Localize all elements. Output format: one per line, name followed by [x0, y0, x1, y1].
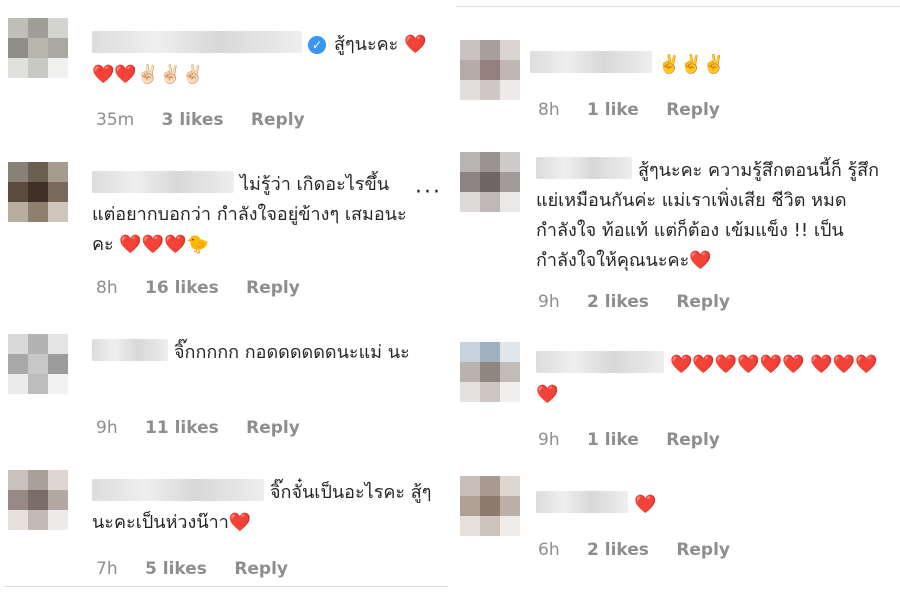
username-blurred[interactable] — [536, 351, 664, 373]
likes-count[interactable]: 2 likes — [587, 292, 649, 312]
comment-meta: 7h 5 likes Reply — [96, 559, 310, 579]
reply-button[interactable]: Reply — [666, 100, 720, 120]
comment-time: 8h — [96, 278, 118, 298]
reply-button[interactable]: Reply — [251, 110, 305, 130]
reply-button[interactable]: Reply — [676, 540, 730, 560]
avatar[interactable] — [460, 152, 520, 212]
avatar[interactable] — [8, 470, 68, 530]
comment-item: ❤️ 6h 2 likes Reply — [452, 470, 900, 590]
verified-badge-icon: ✓ — [308, 36, 326, 54]
comment-meta: 8h 16 likes Reply — [96, 278, 322, 298]
comment-meta: 9h 11 likes Reply — [96, 418, 322, 438]
avatar[interactable] — [460, 476, 520, 536]
left-comment-column: ✓ สู้ๆนะคะ ❤️❤️❤️✌🏻✌🏻✌🏻 35m 3 likes Reply… — [0, 0, 448, 600]
divider — [4, 586, 448, 587]
comment-time: 7h — [96, 559, 118, 579]
comment-time: 35m — [96, 110, 135, 130]
likes-count[interactable]: 2 likes — [587, 540, 649, 560]
avatar[interactable] — [8, 334, 68, 394]
comment-text: ไม่รู้ว่า เกิดอะไรขึ้น แต่อยากบอกว่า กำล… — [92, 170, 418, 260]
avatar[interactable] — [8, 162, 68, 222]
avatar[interactable] — [460, 342, 520, 402]
comment-text: ✌️✌️✌️ — [530, 50, 886, 80]
likes-count[interactable]: 5 likes — [145, 559, 207, 579]
comment-meta: 8h 1 like Reply — [538, 100, 742, 120]
reply-button[interactable]: Reply — [246, 278, 300, 298]
username-blurred[interactable] — [92, 339, 168, 361]
likes-count[interactable]: 1 like — [587, 100, 639, 120]
avatar[interactable] — [8, 18, 68, 78]
comment-time: 8h — [538, 100, 560, 120]
username-blurred[interactable] — [536, 157, 632, 179]
divider — [456, 6, 900, 7]
reply-button[interactable]: Reply — [676, 292, 730, 312]
reply-button[interactable]: Reply — [234, 559, 288, 579]
comment-meta: 35m 3 likes Reply — [96, 110, 327, 130]
likes-count[interactable]: 16 likes — [145, 278, 219, 298]
comment-time: 9h — [96, 418, 118, 438]
comment-text: จิ๊กกกกก กอดดดดดดนะแม่ นะ — [92, 338, 434, 368]
comment-time: 9h — [538, 292, 560, 312]
likes-count[interactable]: 11 likes — [145, 418, 219, 438]
comment-item: ✌️✌️✌️ 8h 1 like Reply — [452, 20, 900, 140]
comment-item: จิ๊กกกกก กอดดดดดดนะแม่ นะ 9h 11 likes Re… — [0, 322, 448, 452]
comment-item: จิ๊กจั๋นเป็นอะไรคะ สู้ๆนะคะเป็นห่วงน๊าา❤… — [0, 462, 448, 592]
comment-meta: 6h 2 likes Reply — [538, 540, 752, 560]
username-blurred[interactable] — [92, 31, 302, 53]
comment-item: ไม่รู้ว่า เกิดอะไรขึ้น แต่อยากบอกว่า กำล… — [0, 150, 448, 310]
comment-text: ❤️ — [536, 490, 886, 520]
likes-count[interactable]: 1 like — [587, 430, 639, 450]
comment-item: ✓ สู้ๆนะคะ ❤️❤️❤️✌🏻✌🏻✌🏻 35m 3 likes Reply — [0, 0, 448, 140]
comment-meta: 9h 2 likes Reply — [538, 292, 752, 312]
comment-item: ❤️❤️❤️❤️❤️❤️ ❤️❤️❤️❤️ 9h 1 like Reply — [452, 336, 900, 466]
comment-text: ❤️❤️❤️❤️❤️❤️ ❤️❤️❤️❤️ — [536, 350, 886, 410]
likes-count[interactable]: 3 likes — [162, 110, 224, 130]
comment-text: สู้ๆนะคะ ความรู้สึกตอนนี้ก็ รู้สึกแย่เหม… — [536, 156, 880, 276]
comment-text: จิ๊กจั๋นเป็นอะไรคะ สู้ๆนะคะเป็นห่วงน๊าา❤… — [92, 478, 434, 538]
avatar[interactable] — [460, 40, 520, 100]
more-options-icon[interactable]: ··· — [415, 180, 442, 205]
comment-meta: 9h 1 like Reply — [538, 430, 742, 450]
username-blurred[interactable] — [536, 491, 628, 513]
username-blurred[interactable] — [92, 171, 234, 193]
right-comment-column: ✌️✌️✌️ 8h 1 like Reply สู้ๆนะคะ ความรู้ส… — [452, 0, 900, 600]
comment-time: 6h — [538, 540, 560, 560]
reply-button[interactable]: Reply — [246, 418, 300, 438]
username-blurred[interactable] — [92, 479, 264, 501]
column-gap — [449, 0, 451, 600]
comment-text: ✓ สู้ๆนะคะ ❤️❤️❤️✌🏻✌🏻✌🏻 — [92, 30, 434, 90]
username-blurred[interactable] — [530, 51, 652, 73]
reply-button[interactable]: Reply — [666, 430, 720, 450]
comment-time: 9h — [538, 430, 560, 450]
comment-item: สู้ๆนะคะ ความรู้สึกตอนนี้ก็ รู้สึกแย่เหม… — [452, 146, 900, 326]
